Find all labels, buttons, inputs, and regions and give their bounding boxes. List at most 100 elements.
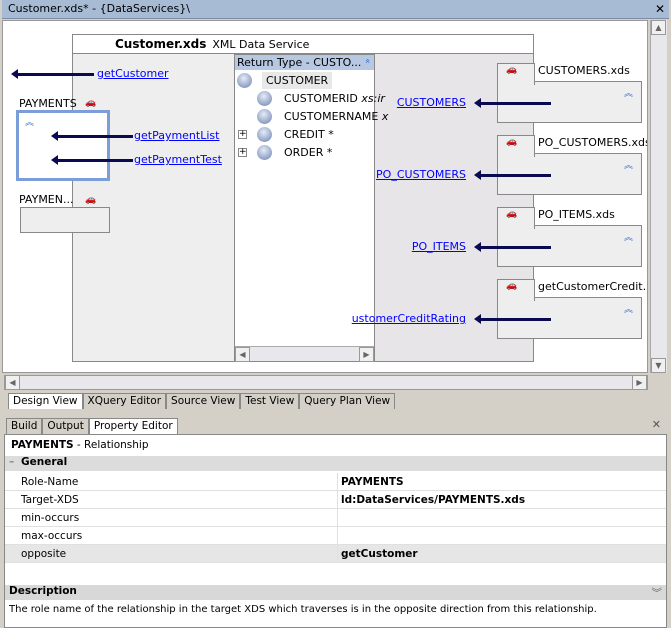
property-title: PAYMENTS - Relationship — [11, 439, 149, 451]
scroll-down-icon[interactable]: ▼ — [651, 358, 666, 373]
data-service-title: getCustomerCredit... — [538, 280, 648, 293]
data-service-icon: 🚗 — [506, 65, 518, 75]
property-row[interactable]: Role-Name PAYMENTS — [5, 473, 666, 491]
relationship-arrow — [474, 98, 551, 108]
relationship-arrow — [474, 242, 551, 252]
property-editor: PAYMENTS - Relationship – General Role-Na… — [4, 434, 667, 628]
section-general[interactable]: – General — [5, 456, 666, 471]
relationship-arrow — [474, 170, 551, 180]
paymen-label: PAYMEN... — [19, 193, 74, 206]
property-value[interactable] — [337, 509, 666, 526]
close-icon[interactable]: ✕ — [655, 2, 665, 16]
property-row[interactable]: min-occurs — [5, 509, 666, 527]
tab-source-view[interactable]: Source View — [166, 393, 241, 409]
tab-xquery-editor[interactable]: XQuery Editor — [82, 393, 167, 409]
property-key: max-occurs — [21, 530, 83, 542]
scroll-left-icon[interactable]: ◀ — [235, 347, 250, 362]
relationship-link[interactable]: PO_CUSTOMERS — [376, 168, 466, 181]
panel-close-icon[interactable]: ✕ — [652, 418, 661, 431]
return-type-hscroll[interactable]: ◀ ▶ — [235, 346, 374, 362]
tab-test-view[interactable]: Test View — [240, 393, 300, 409]
tree-label: CUSTOMER — [262, 71, 333, 89]
property-row[interactable]: opposite getCustomer — [5, 545, 666, 563]
return-type-header[interactable]: Return Type - CUSTO... « — [235, 55, 374, 70]
property-value[interactable]: PAYMENTS — [337, 473, 666, 490]
xds-type: XML Data Service — [212, 38, 310, 51]
description-header[interactable]: Description ︾ — [5, 585, 666, 600]
tab-build[interactable]: Build — [6, 418, 43, 434]
relationship-arrow — [51, 131, 133, 141]
tab-output[interactable]: Output — [42, 418, 89, 434]
expand-icon[interactable]: ︾ — [652, 585, 663, 600]
collapse-icon[interactable]: – — [9, 456, 14, 468]
expand-icon[interactable]: + — [238, 129, 247, 139]
property-row[interactable]: max-occurs — [5, 527, 666, 545]
data-service-icon: 🚗 — [506, 281, 518, 291]
tree-type: xs:ir — [361, 91, 385, 105]
property-value[interactable]: getCustomer — [337, 545, 666, 562]
element-icon — [257, 108, 272, 124]
expand-icon[interactable]: + — [238, 147, 247, 157]
relationship-link[interactable]: PO_ITEMS — [412, 240, 466, 253]
scroll-right-icon[interactable]: ▶ — [359, 347, 374, 362]
relationship-link[interactable]: CUSTOMERS — [397, 96, 466, 109]
property-value[interactable]: ld:DataServices/PAYMENTS.xds — [337, 491, 666, 508]
scroll-right-icon[interactable]: ▶ — [632, 375, 647, 390]
tree-label: CUSTOMERID — [284, 91, 358, 105]
link-getcustomer[interactable]: getCustomer — [97, 67, 169, 80]
data-service-icon: 🚗 — [506, 209, 518, 219]
relationship-arrow — [51, 155, 133, 165]
relationship-arrow — [474, 314, 551, 324]
window-title-bar: Customer.xds* - {DataServices}\ — [2, 0, 669, 19]
tab-query-plan-view[interactable]: Query Plan View — [299, 393, 396, 409]
tree-item[interactable]: + CREDIT * — [238, 125, 334, 143]
xds-header: Customer.xds XML Data Service — [73, 35, 533, 54]
data-service-title: PO_ITEMS.xds — [538, 208, 615, 221]
tab-property-editor[interactable]: Property Editor — [88, 418, 178, 434]
collapse-icon[interactable]: ︽ — [25, 115, 34, 128]
canvas-vscroll[interactable]: ▲ ▼ — [650, 20, 667, 373]
tree-root[interactable]: CUSTOMER — [237, 71, 333, 89]
property-key: opposite — [21, 548, 67, 560]
collapse-icon[interactable]: ︽ — [624, 302, 633, 315]
property-object: PAYMENTS — [11, 439, 74, 451]
collapse-icon[interactable]: ︽ — [624, 86, 633, 99]
tree-item[interactable]: + ORDER * — [238, 143, 332, 161]
scroll-up-icon[interactable]: ▲ — [651, 20, 666, 35]
property-value[interactable] — [337, 527, 666, 544]
element-icon — [237, 72, 252, 88]
collapse-icon[interactable]: ︽ — [624, 230, 633, 243]
tree-item[interactable]: CUSTOMERNAME x — [257, 107, 388, 125]
data-service-title: CUSTOMERS.xds — [538, 64, 630, 77]
relationship-arrow — [11, 69, 94, 79]
tree-label: CUSTOMERNAME — [284, 109, 379, 123]
scroll-left-icon[interactable]: ◀ — [5, 375, 20, 390]
canvas-hscroll[interactable]: ◀ ▶ — [4, 375, 648, 390]
link-getpaymenttest[interactable]: getPaymentTest — [134, 153, 222, 166]
tab-design-view[interactable]: Design View — [8, 393, 83, 409]
window-title: Customer.xds* - {DataServices}\ — [8, 2, 190, 15]
data-service-icon: 🚗 — [506, 137, 518, 147]
element-icon — [257, 90, 272, 106]
return-type-title: Return Type - CUSTO... — [237, 56, 362, 69]
tree-label: CREDIT * — [284, 127, 334, 141]
description-label: Description — [9, 585, 77, 597]
tree-type: x — [381, 109, 389, 123]
payments-box-selected[interactable]: ︽ — [16, 110, 110, 181]
data-service-title: PO_CUSTOMERS.xds — [538, 136, 648, 149]
collapse-icon[interactable]: ︽ — [624, 158, 633, 171]
relationship-link[interactable]: ustomerCreditRating — [352, 312, 466, 325]
design-canvas: Customer.xds XML Data Service Return Type… — [2, 20, 648, 373]
property-key: Role-Name — [21, 476, 79, 488]
property-row[interactable]: Target-XDS ld:DataServices/PAYMENTS.xds — [5, 491, 666, 509]
link-getpaymentlist[interactable]: getPaymentList — [134, 129, 219, 142]
collapse-icon[interactable]: « — [362, 58, 372, 64]
xds-name: Customer.xds — [115, 37, 207, 51]
data-service-icon: 🚗 — [85, 195, 97, 205]
property-key: Target-XDS — [21, 494, 79, 506]
panel-tabs: Build Output Property Editor — [6, 418, 178, 434]
view-tabs: Design View XQuery Editor Source View Te… — [8, 393, 396, 409]
tree-item[interactable]: CUSTOMERID xs:ir — [257, 89, 385, 107]
element-icon — [257, 144, 272, 160]
property-key: min-occurs — [21, 512, 80, 524]
